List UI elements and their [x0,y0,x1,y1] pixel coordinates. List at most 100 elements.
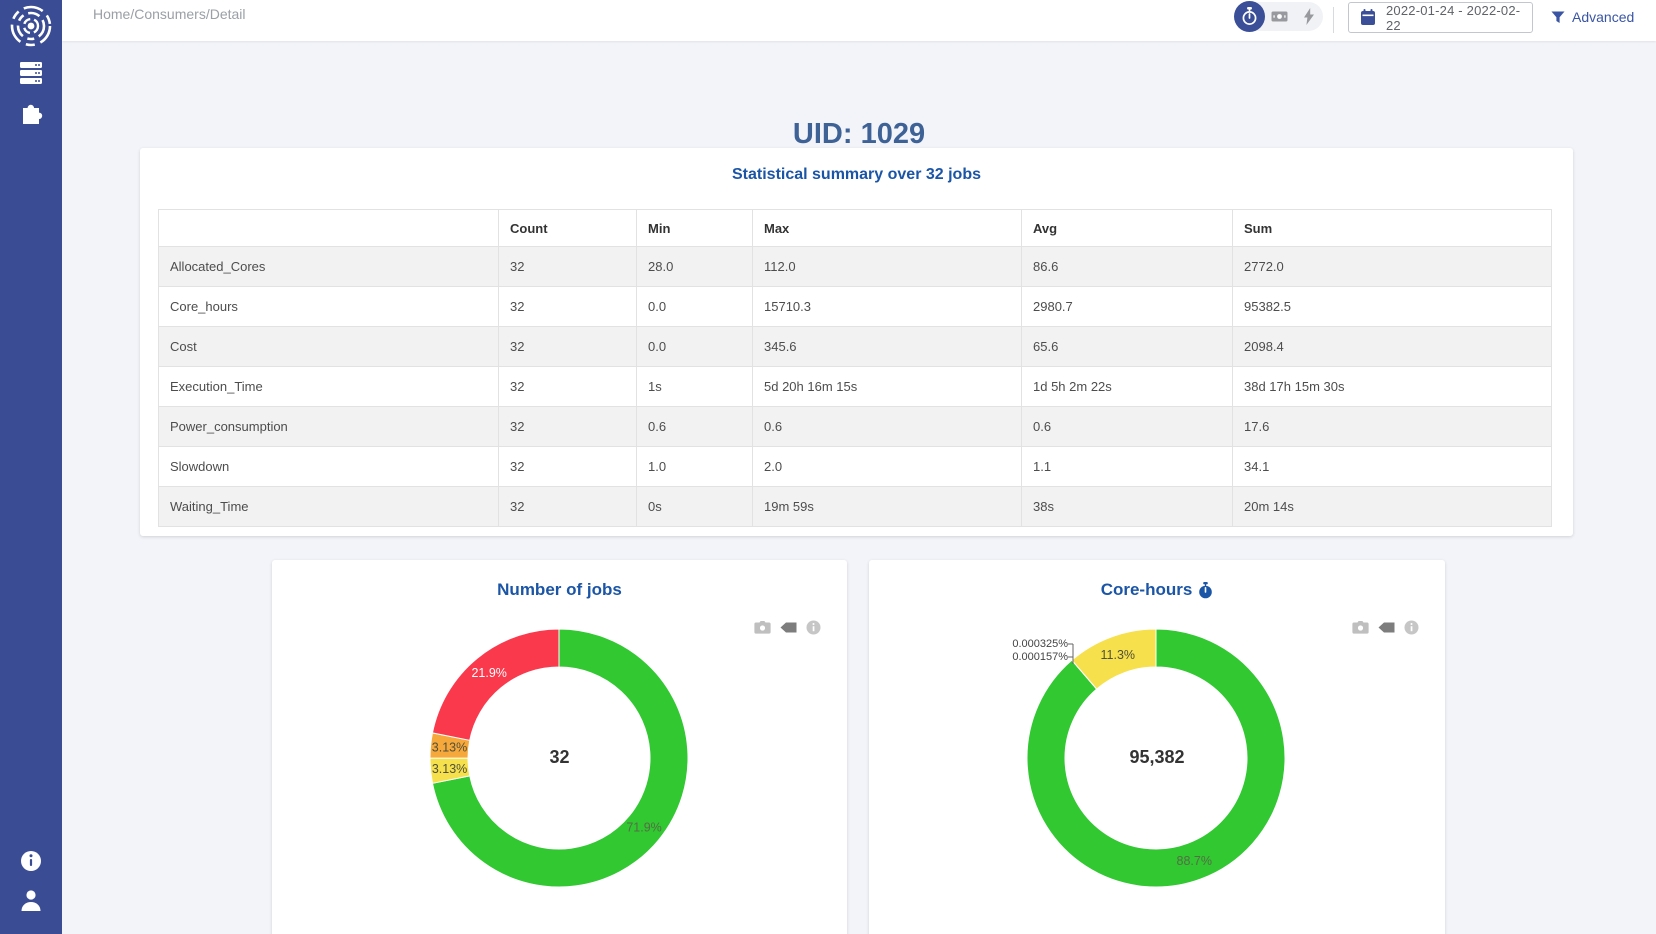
info-icon [20,850,42,872]
tiny-slice-label: 0.000325% [979,638,1068,651]
chart-modebar [1352,620,1419,635]
table-cell: 0.6 [1022,407,1233,447]
table-cell: 17.6 [1233,407,1552,447]
table-cell: 0s [637,487,753,527]
table-cell: 15710.3 [753,287,1022,327]
advanced-button[interactable]: Advanced [1551,9,1656,25]
topbar: Home/Consumers/Detail [62,0,1656,41]
jobs-chart-card: Number of jobs 71.9 [272,560,847,934]
table-cell: 19m 59s [753,487,1022,527]
row-label: Power_consumption [159,407,499,447]
slice-percent-label: 11.3% [1101,648,1136,662]
sidebar-item-about[interactable] [0,850,62,872]
date-range-value: 2022-01-24 - 2022-02-22 [1386,3,1532,33]
table-cell: 2.0 [753,447,1022,487]
chart-title-text: Core-hours [1101,580,1193,600]
table-cell: 95382.5 [1233,287,1552,327]
view-toggle-group [1235,2,1323,31]
table-row: Execution_Time 32 1s 5d 20h 16m 15s 1d 5… [159,367,1552,407]
table-cell: 38s [1022,487,1233,527]
eraser-icon[interactable] [780,622,797,633]
sidebar-item-user[interactable] [0,888,62,912]
table-cell: 1.0 [637,447,753,487]
core-hours-chart-card: Core-hours [869,560,1445,934]
banknote-icon [1271,11,1288,22]
table-cell: 1d 5h 2m 22s [1022,367,1233,407]
slice-percent-label: 71.9% [626,821,661,835]
leader-line [1068,642,1078,666]
table-cell: 0.6 [637,407,753,447]
table-cell: 20m 14s [1233,487,1552,527]
chart-title-text: Number of jobs [497,580,622,600]
logo-icon [9,4,53,48]
slice-percent-label: 21.9% [471,666,506,680]
sidebar-item-plugins[interactable] [0,100,62,124]
info-icon[interactable] [1404,620,1419,635]
breadcrumb[interactable]: Home/Consumers/Detail [93,6,246,22]
chart-title: Number of jobs [272,560,847,600]
puzzle-icon [19,100,43,124]
table-cell: 32 [499,367,637,407]
sidebar-item-servers[interactable] [0,62,62,84]
column-header: Max [753,210,1022,247]
column-header: Min [637,210,753,247]
table-row: Power_consumption 32 0.6 0.6 0.6 17.6 [159,407,1552,447]
table-cell: 32 [499,287,637,327]
date-range-input[interactable]: 2022-01-24 - 2022-02-22 [1348,2,1533,33]
table-cell: 345.6 [753,327,1022,367]
table-cell: 32 [499,447,637,487]
table-row: Cost 32 0.0 345.6 65.6 2098.4 [159,327,1552,367]
row-label: Core_hours [159,287,499,327]
column-header [159,210,499,247]
advanced-label: Advanced [1572,9,1634,25]
toggle-duration-button[interactable] [1234,1,1265,32]
stopwatch-icon [1241,7,1258,26]
table-cell: 32 [499,247,637,287]
table-cell: 28.0 [637,247,753,287]
table-cell: 65.6 [1022,327,1233,367]
lightning-icon [1303,8,1315,25]
table-cell: 1s [637,367,753,407]
table-cell: 0.0 [637,327,753,367]
summary-title: Statistical summary over 32 jobs [140,148,1573,184]
table-cell: 38d 17h 15m 30s [1233,367,1552,407]
table-cell: 0.0 [637,287,753,327]
calendar-icon [1360,9,1376,26]
tiny-slice-labels: 0.000325% 0.000157% [979,638,1068,664]
table-header-row: Count Min Max Avg Sum [159,210,1552,247]
filter-icon [1551,11,1565,24]
table-row: Allocated_Cores 32 28.0 112.0 86.6 2772.… [159,247,1552,287]
table-cell: 5d 20h 16m 15s [753,367,1022,407]
topbar-divider [1333,7,1334,33]
row-label: Allocated_Cores [159,247,499,287]
chart-title: Core-hours [869,560,1445,600]
table-row: Slowdown 32 1.0 2.0 1.1 34.1 [159,447,1552,487]
app-logo[interactable] [0,4,62,48]
donut-slice[interactable] [432,629,559,740]
eraser-icon[interactable] [1378,622,1395,633]
table-row: Core_hours 32 0.0 15710.3 2980.7 95382.5 [159,287,1552,327]
tiny-slice-label: 0.000157% [979,651,1068,664]
table-cell: 0.6 [753,407,1022,447]
toggle-energy-button[interactable] [1294,2,1323,31]
page-title: UID: 1029 [62,118,1656,151]
sidebar [0,0,62,934]
row-label: Waiting_Time [159,487,499,527]
summary-table: Count Min Max Avg Sum Allocated_Cores 32… [158,209,1552,527]
row-label: Execution_Time [159,367,499,407]
table-cell: 32 [499,327,637,367]
info-icon[interactable] [806,620,821,635]
table-cell: 112.0 [753,247,1022,287]
screen: Home/Consumers/Detail [0,0,1656,934]
donut-center-value: 32 [272,747,847,768]
user-icon [19,888,43,912]
summary-card: Statistical summary over 32 jobs Count M… [140,148,1573,536]
slice-percent-label: 88.7% [1177,854,1212,868]
donut-center-value: 95,382 [869,747,1445,768]
camera-icon[interactable] [1352,621,1369,634]
camera-icon[interactable] [754,621,771,634]
table-cell: 86.6 [1022,247,1233,287]
toggle-cost-button[interactable] [1265,2,1294,31]
column-header: Sum [1233,210,1552,247]
row-label: Cost [159,327,499,367]
